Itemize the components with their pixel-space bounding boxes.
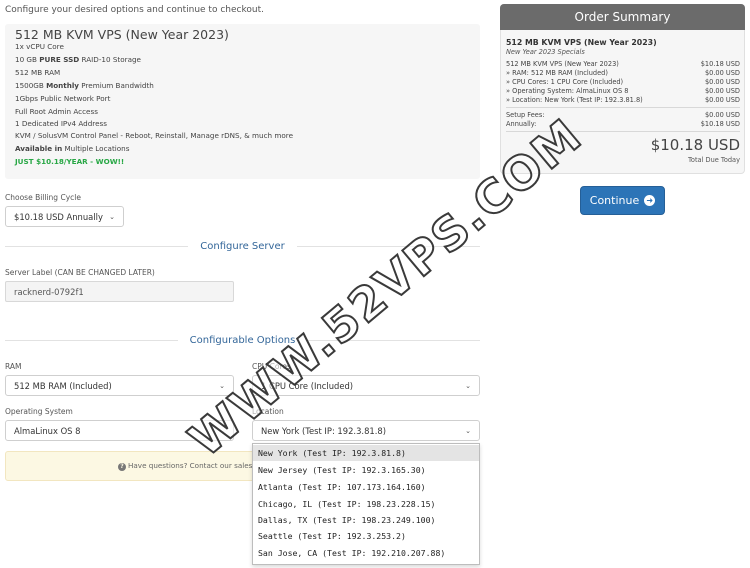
product-title: 512 MB KVM VPS (New Year 2023) — [15, 27, 229, 42]
chevron-down-icon: ⌄ — [109, 212, 115, 221]
location-value: New York (Test IP: 192.3.81.8) — [261, 425, 386, 436]
billing-cycle-select[interactable]: $10.18 USD Annually ⌄ — [5, 206, 124, 227]
question-circle-icon: ? — [118, 463, 126, 471]
product-promo: JUST $10.18/YEAR - WOW!! — [15, 157, 125, 166]
summary-line: » Location: New York (Test IP: 192.3.81.… — [506, 96, 740, 104]
billing-cycle-value: $10.18 USD Annually — [14, 211, 103, 222]
summary-product-title: 512 MB KVM VPS (New Year 2023) — [506, 38, 657, 47]
location-option[interactable]: Seattle (Test IP: 192.3.253.2) — [253, 528, 479, 544]
summary-divider — [506, 107, 740, 108]
ram-label: RAM — [5, 362, 22, 371]
ram-value: 512 MB RAM (Included) — [14, 380, 112, 391]
chevron-down-icon: ⌄ — [465, 426, 471, 435]
arrow-circle-right-icon: ➜ — [644, 195, 656, 206]
product-feature: KVM / SolusVM Control Panel - Reboot, Re… — [15, 131, 294, 140]
order-summary-heading: Order Summary — [500, 4, 745, 30]
location-select[interactable]: New York (Test IP: 192.3.81.8) ⌄ — [252, 420, 480, 441]
intro-text: Configure your desired options and conti… — [5, 5, 264, 15]
summary-line: 512 MB KVM VPS (New Year 2023) $10.18 USD — [506, 60, 740, 68]
location-option[interactable]: New York (Test IP: 192.3.81.8) — [253, 445, 479, 461]
help-text: ? Have questions? Contact our sales — [118, 461, 252, 471]
summary-line: » CPU Cores: 1 CPU Core (Included) $0.00 … — [506, 78, 740, 86]
continue-button[interactable]: Continue ➜ — [580, 186, 665, 215]
product-feature: 1500GB Monthly Premium Bandwidth — [15, 81, 154, 90]
product-feature: 512 MB RAM — [15, 68, 61, 77]
continue-label: Continue — [589, 194, 640, 207]
location-option[interactable]: Atlanta (Test IP: 107.173.164.160) — [253, 479, 479, 495]
summary-product-group: New Year 2023 Specials — [506, 48, 585, 56]
billing-cycle-label: Choose Billing Cycle — [5, 193, 81, 202]
chevron-down-icon: ⌄ — [465, 381, 471, 390]
configurable-options-heading: Configurable Options — [5, 333, 481, 347]
summary-line: » Operating System: AlmaLinux OS 8 $0.00 … — [506, 87, 740, 95]
location-option[interactable]: Dallas, TX (Test IP: 198.23.249.100) — [253, 512, 479, 528]
product-feature: 10 GB PURE SSD RAID-10 Storage — [15, 55, 141, 64]
product-feature: 1 Dedicated IPv4 Address — [15, 119, 108, 128]
os-label: Operating System — [5, 407, 73, 416]
location-option[interactable]: Chicago, IL (Test IP: 198.23.228.15) — [253, 496, 479, 512]
summary-setup-fees: Setup Fees: $0.00 USD — [506, 111, 740, 119]
product-feature: 1x vCPU Core — [15, 42, 64, 51]
ram-select[interactable]: 512 MB RAM (Included) ⌄ — [5, 375, 234, 396]
product-feature: 1Gbps Public Network Port — [15, 94, 111, 103]
product-feature: Full Root Admin Access — [15, 107, 98, 116]
total-due-label: Total Due Today — [688, 156, 740, 164]
product-feature: Available in Multiple Locations — [15, 144, 130, 153]
total-due-amount: $10.18 USD — [650, 136, 740, 154]
os-value: AlmaLinux OS 8 — [14, 425, 81, 436]
server-label-input[interactable]: racknerd-0792f1 — [5, 281, 234, 302]
location-option[interactable]: New Jersey (Test IP: 192.3.165.30) — [253, 462, 479, 478]
location-option[interactable]: San Jose, CA (Test IP: 192.210.207.88) — [253, 545, 479, 561]
summary-line: » RAM: 512 MB RAM (Included) $0.00 USD — [506, 69, 740, 77]
server-label-label: Server Label (CAN BE CHANGED LATER) — [5, 268, 155, 277]
